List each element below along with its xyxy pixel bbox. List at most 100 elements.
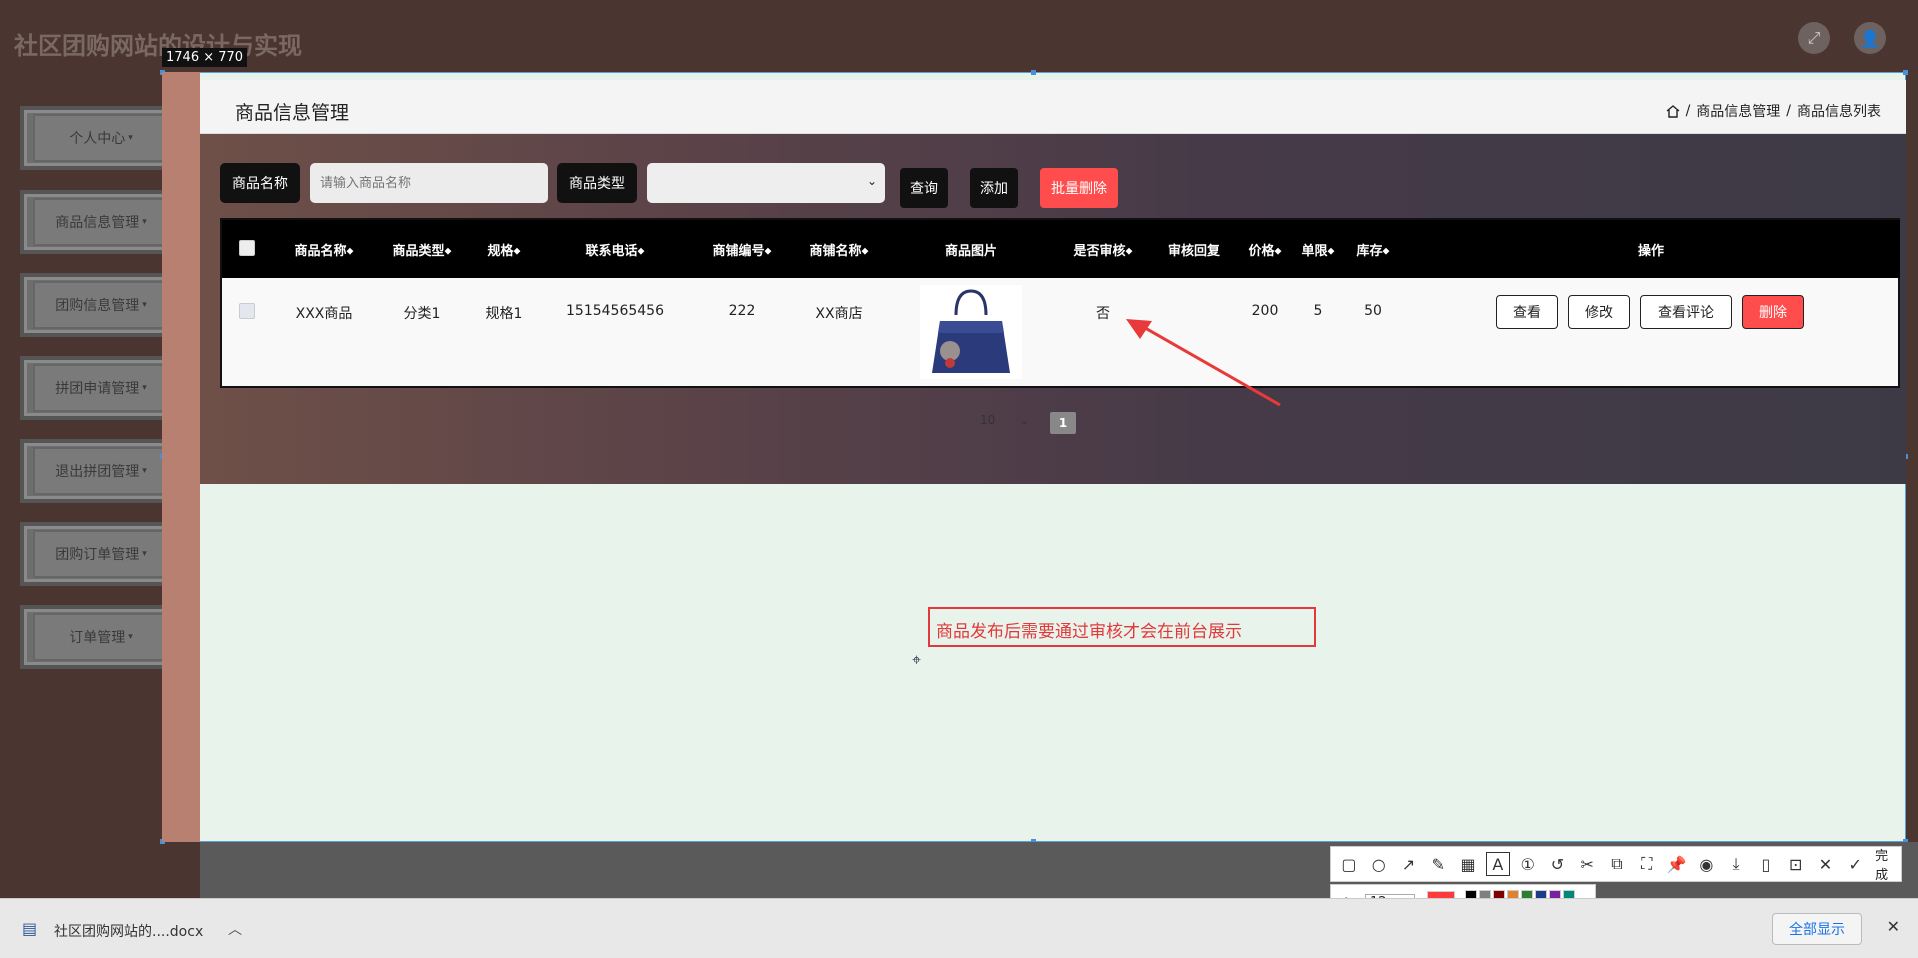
mosaic-icon[interactable]: ▦ <box>1456 852 1480 876</box>
home-icon[interactable] <box>1666 104 1680 118</box>
col-header[interactable]: 商铺编号◆ <box>713 240 772 259</box>
sort-icon: ◆ <box>637 246 645 257</box>
sidebar-item-personal-center[interactable]: 个人中心 ▾ <box>20 106 182 170</box>
sidebar-item-label: 个人中心 <box>69 131 126 147</box>
col-header[interactable]: 商品类型◆ <box>393 240 452 259</box>
pencil-icon[interactable]: ✎ <box>1426 852 1450 876</box>
sidebar-item-group-exit[interactable]: 退出拼团管理 ▾ <box>20 439 182 503</box>
pin-icon[interactable]: 📌 <box>1665 852 1689 876</box>
phone-icon[interactable]: ▯ <box>1754 852 1778 876</box>
capture-size-label: 1746 × 770 <box>162 48 248 67</box>
col-header[interactable]: 是否审核◆ <box>1074 240 1133 259</box>
sort-icon: ◆ <box>1125 246 1133 257</box>
resize-handle[interactable] <box>1031 70 1036 75</box>
sort-icon: ◆ <box>513 246 521 257</box>
row-checkbox[interactable] <box>239 303 255 319</box>
sidebar-item-group-buy-info[interactable]: 团购信息管理 ▾ <box>20 273 182 337</box>
page-number-current[interactable]: 1 <box>1050 412 1076 434</box>
sidebar-item-label: 订单管理 <box>69 630 126 646</box>
download-file-name[interactable]: 社区团购网站的....docx <box>54 921 203 941</box>
chevron-down-icon: ▾ <box>142 549 147 559</box>
query-button[interactable]: 查询 <box>900 168 948 208</box>
user-avatar-icon[interactable]: 👤 <box>1854 22 1886 54</box>
view-comments-button[interactable]: 查看评论 <box>1640 295 1732 329</box>
cell-name: XXX商品 <box>295 306 353 322</box>
col-header: 审核回复 <box>1167 244 1221 259</box>
title-bar: 商品信息管理 / 商品信息管理 / 商品信息列表 <box>200 80 1906 134</box>
pagination: 10 ⌄ 1 <box>980 412 1076 434</box>
col-header[interactable]: 单限◆ <box>1302 240 1335 259</box>
select-all-checkbox[interactable] <box>239 240 255 256</box>
product-table: 商品名称◆ 商品类型◆ 规格◆ 联系电话◆ 商铺编号◆ 商铺名称◆ 商品图片 是… <box>220 218 1900 388</box>
text-icon[interactable]: A <box>1485 852 1510 876</box>
bookmark-icon[interactable]: ⊡ <box>1784 852 1808 876</box>
view-button[interactable]: 查看 <box>1496 295 1558 329</box>
sidebar-item-orders[interactable]: 订单管理 ▾ <box>20 605 182 669</box>
sidebar-item-label: 团购订单管理 <box>55 547 140 563</box>
sidebar-item-label: 团购信息管理 <box>55 298 140 314</box>
undo-icon[interactable]: ↺ <box>1546 852 1570 876</box>
breadcrumb-item: 商品信息列表 <box>1797 104 1881 120</box>
downloads-bar: ▤ 社区团购网站的....docx ︿ 全部显示 ✕ <box>0 898 1918 958</box>
number-icon[interactable]: ① <box>1516 852 1540 876</box>
close-icon[interactable]: ✕ <box>1814 852 1838 876</box>
fullscreen-icon[interactable]: ⤢ <box>1798 22 1830 54</box>
chevron-down-icon: ▾ <box>142 217 147 227</box>
app-title: 社区团购网站的设计与实现 <box>14 32 302 60</box>
col-header[interactable]: 商品名称◆ <box>295 240 354 259</box>
show-all-button[interactable]: 全部显示 <box>1772 913 1862 945</box>
cell-shop-no: 222 <box>728 303 756 319</box>
table-header: 商品名称◆ 商品类型◆ 规格◆ 联系电话◆ 商铺编号◆ 商铺名称◆ 商品图片 是… <box>222 220 1900 278</box>
ocr-icon[interactable]: ⛶ <box>1635 852 1659 876</box>
resize-handle[interactable] <box>1903 70 1908 75</box>
arrow-icon[interactable]: ↗ <box>1397 852 1421 876</box>
cell-phone: 15154565456 <box>566 303 664 319</box>
chevron-up-icon[interactable]: ︿ <box>228 919 242 939</box>
chevron-down-icon: ▾ <box>142 300 147 310</box>
breadcrumb-item[interactable]: 商品信息管理 <box>1696 101 1780 121</box>
page-size-select[interactable]: 10 ⌄ <box>980 413 1040 433</box>
rectangle-icon[interactable]: ▢ <box>1337 852 1361 876</box>
chevron-down-icon: ▾ <box>142 383 147 393</box>
download-icon[interactable]: ⤓ <box>1724 852 1748 876</box>
cell-spec: 规格1 <box>485 306 523 322</box>
edit-button[interactable]: 修改 <box>1568 295 1630 329</box>
delete-button[interactable]: 删除 <box>1742 295 1804 329</box>
sidebar-item-group-orders[interactable]: 团购订单管理 ▾ <box>20 522 182 586</box>
sort-icon: ◆ <box>1382 246 1390 257</box>
done-button[interactable]: 完成 <box>1875 845 1901 883</box>
chevron-down-icon: ⌄ <box>1019 413 1030 427</box>
annotation-arrow[interactable] <box>1120 315 1285 410</box>
col-header[interactable]: 价格◆ <box>1249 240 1282 259</box>
sidebar-item-group-apply[interactable]: 拼团申请管理 ▾ <box>20 356 182 420</box>
ellipse-icon[interactable]: ○ <box>1367 852 1391 876</box>
translate-icon[interactable]: ⧉ <box>1605 852 1629 876</box>
record-icon[interactable]: ◉ <box>1694 852 1718 876</box>
col-header[interactable]: 规格◆ <box>488 240 521 259</box>
chevron-down-icon: ▾ <box>142 466 147 476</box>
page-title: 商品信息管理 <box>235 102 350 124</box>
product-type-select[interactable]: ⌄ <box>647 163 885 203</box>
col-header[interactable]: 库存◆ <box>1357 240 1390 259</box>
check-icon[interactable]: ✓ <box>1843 852 1867 876</box>
app-header: 社区团购网站的设计与实现 ⤢ 👤 <box>0 0 1918 72</box>
sort-icon: ◆ <box>1327 246 1335 257</box>
screenshot-toolbar: ▢ ○ ↗ ✎ ▦ A ① ↺ ✂ ⧉ ⛶ 📌 ◉ ⤓ ▯ ⊡ ✕ ✓ 完成 <box>1330 845 1902 883</box>
col-header: 操作 <box>1637 244 1665 259</box>
batch-delete-button[interactable]: 批量删除 <box>1040 168 1118 208</box>
sort-icon: ◆ <box>1274 246 1282 257</box>
close-icon[interactable]: ✕ <box>1887 917 1900 936</box>
sort-icon: ◆ <box>764 246 772 257</box>
cell-shop-name: XX商店 <box>815 306 863 322</box>
chevron-down-icon: ▾ <box>128 133 133 143</box>
col-header[interactable]: 商铺名称◆ <box>810 240 869 259</box>
crosshair-icon: ⌖ <box>912 650 922 669</box>
product-name-input[interactable] <box>310 163 548 203</box>
cell-stock: 50 <box>1364 303 1382 319</box>
scissors-icon[interactable]: ✂ <box>1575 852 1599 876</box>
col-header[interactable]: 联系电话◆ <box>586 240 645 259</box>
col-header: 商品图片 <box>944 244 998 259</box>
sidebar-item-product-info[interactable]: 商品信息管理 ▾ <box>20 190 182 254</box>
sort-icon: ◆ <box>346 246 354 257</box>
add-button[interactable]: 添加 <box>970 168 1018 208</box>
